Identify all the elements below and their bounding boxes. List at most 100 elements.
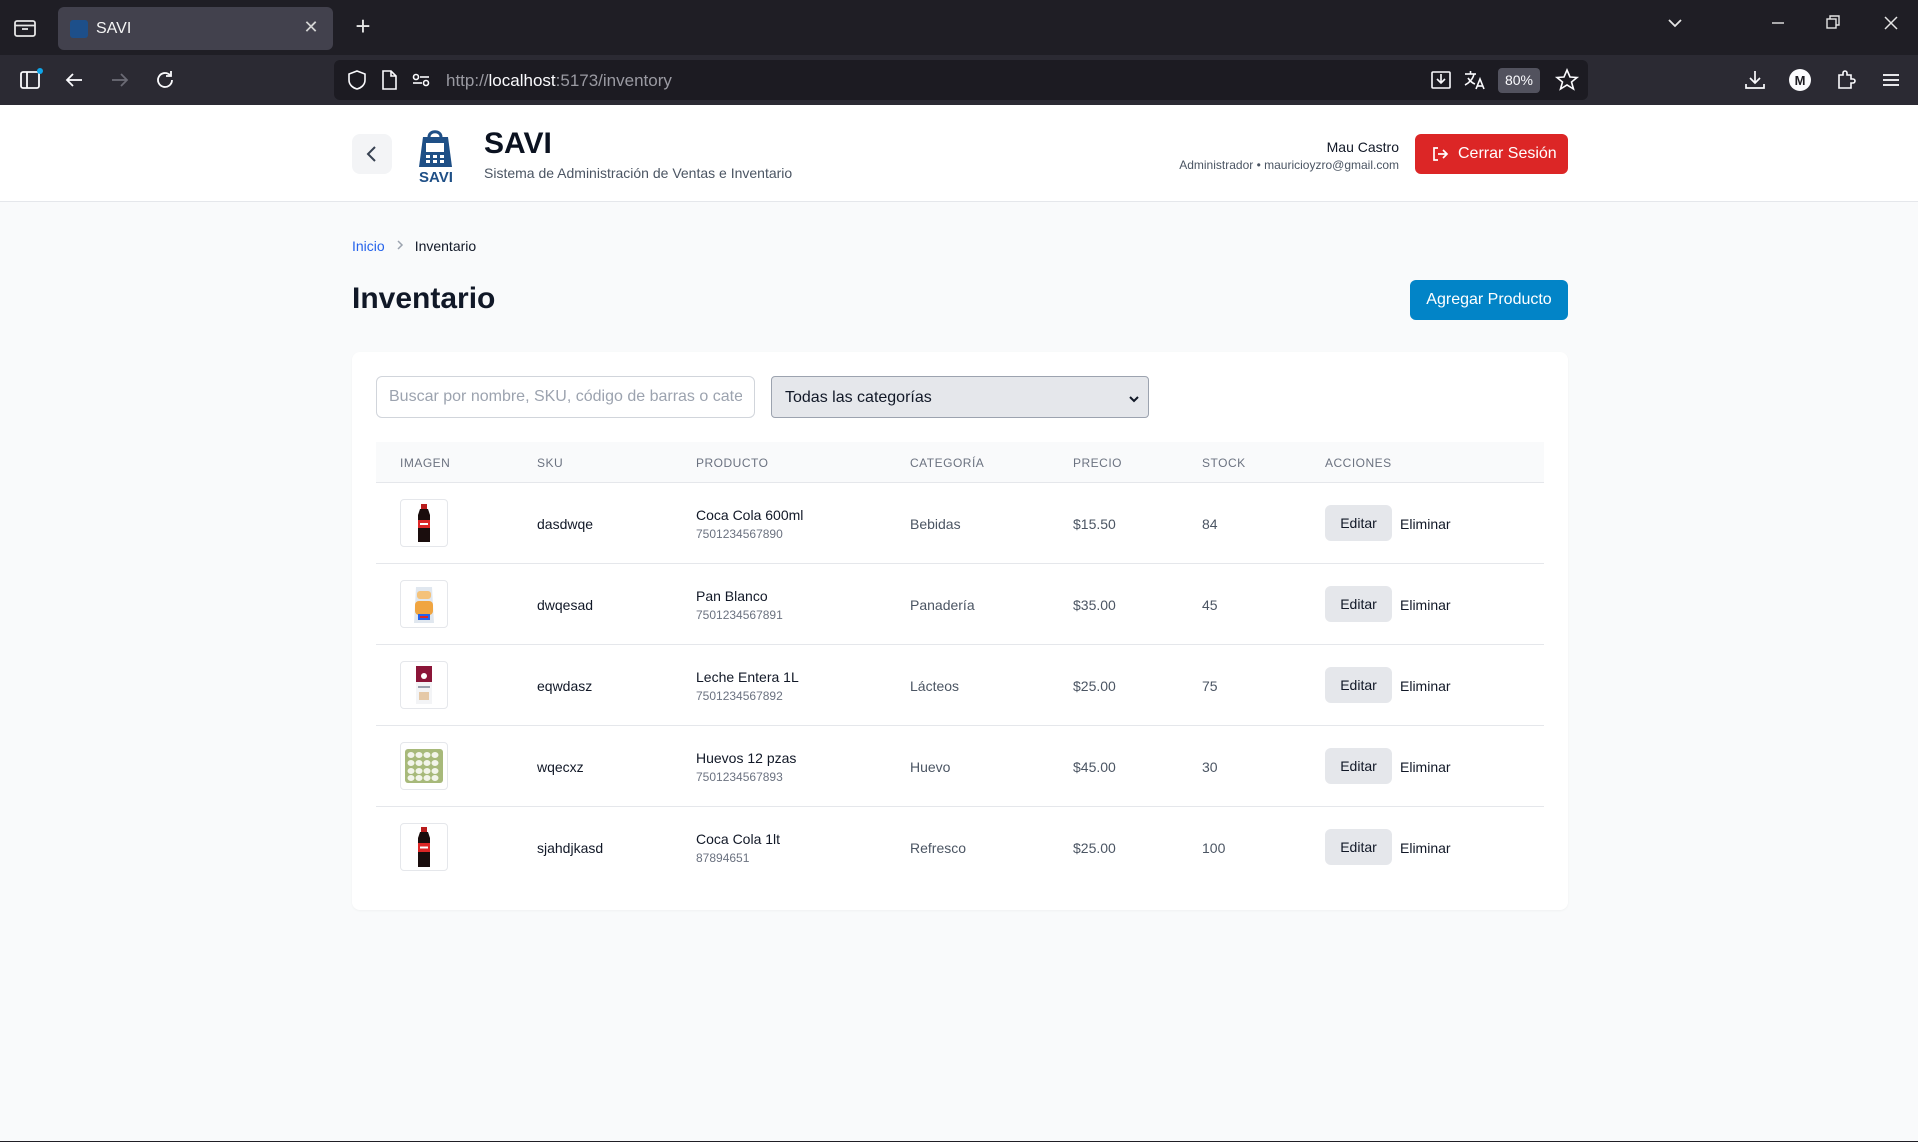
savi-logo: SAVI <box>415 127 465 186</box>
bread-bag-icon <box>414 587 434 623</box>
browser-tab-active[interactable]: SAVI ✕ <box>58 7 333 50</box>
delete-button[interactable]: Eliminar <box>1400 759 1451 775</box>
close-window-icon[interactable] <box>1876 14 1906 40</box>
url-path: :5173/inventory <box>555 71 672 90</box>
row-product-name: Pan Blanco <box>696 588 768 604</box>
url-bar[interactable]: http://localhost:5173/inventory 80% <box>334 60 1588 100</box>
url-text[interactable]: http://localhost:5173/inventory <box>446 71 672 91</box>
row-sku: dwqesad <box>537 597 594 613</box>
logout-button[interactable]: Cerrar Sesión <box>1415 134 1568 174</box>
delete-button[interactable]: Eliminar <box>1400 840 1451 856</box>
row-stock: 75 <box>1202 678 1218 694</box>
category-select[interactable]: Todas las categorías <box>771 376 1149 418</box>
row-stock: 84 <box>1202 516 1218 532</box>
product-image <box>400 499 448 547</box>
breadcrumb-home-link[interactable]: Inicio <box>352 238 385 254</box>
bookmark-star-icon[interactable] <box>1554 67 1580 93</box>
row-price: $25.00 <box>1073 678 1116 694</box>
breadcrumb: Inicio Inventario <box>352 238 476 254</box>
tab-title: SAVI <box>96 20 132 37</box>
savi-favicon-icon <box>70 20 88 38</box>
row-sku: dasdwqe <box>537 516 594 532</box>
add-product-button[interactable]: Agregar Producto <box>1410 280 1568 320</box>
delete-button[interactable]: Eliminar <box>1400 516 1451 532</box>
row-price: $35.00 <box>1073 597 1116 613</box>
row-product-name: Coca Cola 1lt <box>696 831 781 847</box>
back-button[interactable] <box>352 134 392 174</box>
search-input[interactable] <box>376 376 755 418</box>
edit-button[interactable]: Editar <box>1325 748 1392 784</box>
row-category: Panadería <box>910 597 975 613</box>
page-icon[interactable] <box>376 67 402 93</box>
app-header: SAVI SAVI Sistema de Administración de V… <box>0 105 1918 202</box>
brand-title: SAVI <box>484 127 552 160</box>
downloads-icon[interactable] <box>1742 67 1768 93</box>
row-barcode: 87894651 <box>696 851 750 865</box>
column-header-sku: SKU <box>537 456 564 470</box>
save-page-icon[interactable] <box>1428 67 1454 93</box>
column-header-actions: Acciones <box>1325 456 1392 470</box>
forward-arrow-icon[interactable] <box>107 67 133 93</box>
close-tab-icon[interactable]: ✕ <box>301 17 321 37</box>
table-row: sjahdjkasd Coca Cola 1lt 87894651 Refres… <box>376 807 1544 888</box>
tab-overflow-chevron-icon[interactable] <box>1660 14 1690 40</box>
product-image <box>400 661 448 709</box>
reload-icon[interactable] <box>152 67 178 93</box>
table-row: eqwdasz Leche Entera 1L 7501234567892 Lá… <box>376 645 1544 726</box>
browser-nav-bar: http://localhost:5173/inventory 80% M <box>0 55 1918 105</box>
user-role-email: Administrador • mauricioyzro@gmail.com <box>1179 158 1399 172</box>
breadcrumb-chevron-icon <box>395 238 405 254</box>
zoom-level-badge[interactable]: 80% <box>1498 68 1540 93</box>
table-row: dasdwqe Coca Cola 600ml 7501234567890 Be… <box>376 483 1544 564</box>
row-sku: eqwdasz <box>537 678 593 694</box>
row-category: Bebidas <box>910 516 961 532</box>
product-image <box>400 742 448 790</box>
row-product-name: Leche Entera 1L <box>696 669 799 685</box>
row-sku: wqecxz <box>537 759 584 775</box>
row-category: Refresco <box>910 840 967 856</box>
edit-button[interactable]: Editar <box>1325 586 1392 622</box>
back-arrow-icon[interactable] <box>62 67 88 93</box>
row-barcode: 7501234567890 <box>696 527 783 541</box>
permissions-icon[interactable] <box>408 67 434 93</box>
row-stock: 100 <box>1202 840 1226 856</box>
restore-window-icon[interactable] <box>1818 14 1848 40</box>
coca-cola-bottle-icon <box>418 827 430 867</box>
egg-tray-icon <box>405 749 443 783</box>
url-host: localhost <box>488 71 556 90</box>
edit-button[interactable]: Editar <box>1325 505 1392 541</box>
edit-button[interactable]: Editar <box>1325 667 1392 703</box>
category-select-value: Todas las categorías <box>785 389 932 406</box>
minimize-window-icon[interactable] <box>1763 14 1793 40</box>
row-barcode: 7501234567891 <box>696 608 783 622</box>
row-price: $25.00 <box>1073 840 1116 856</box>
coca-cola-bottle-icon <box>418 504 430 542</box>
account-avatar-icon[interactable]: M <box>1787 67 1813 93</box>
row-product-name: Huevos 12 pzas <box>696 750 797 766</box>
extensions-icon[interactable] <box>1833 67 1859 93</box>
sidebar-toggle-icon[interactable] <box>18 67 44 93</box>
row-price: $15.50 <box>1073 516 1116 532</box>
account-avatar-initial: M <box>1795 73 1806 88</box>
tab-list-icon[interactable] <box>12 16 38 40</box>
row-product-name: Coca Cola 600ml <box>696 507 804 523</box>
delete-button[interactable]: Eliminar <box>1400 597 1451 613</box>
url-scheme: http:// <box>446 71 489 90</box>
table-row: dwqesad Pan Blanco 7501234567891 Panader… <box>376 564 1544 645</box>
inventory-card: Todas las categorías Imagen SKU Producto… <box>352 352 1568 910</box>
delete-button[interactable]: Eliminar <box>1400 678 1451 694</box>
brand-subtitle: Sistema de Administración de Ventas e In… <box>484 165 793 181</box>
product-image <box>400 580 448 628</box>
new-tab-icon[interactable]: + <box>350 13 376 40</box>
app-menu-icon[interactable] <box>1878 67 1904 93</box>
column-header-stock: Stock <box>1202 456 1246 470</box>
edit-button[interactable]: Editar <box>1325 829 1392 865</box>
translate-icon[interactable] <box>1462 67 1488 93</box>
user-name: Mau Castro <box>1326 139 1399 155</box>
chevron-down-icon <box>1128 392 1140 404</box>
row-sku: sjahdjkasd <box>537 840 604 856</box>
row-barcode: 7501234567893 <box>696 770 783 784</box>
shield-icon[interactable] <box>344 67 370 93</box>
page-title: Inventario <box>352 282 496 315</box>
logo-text: SAVI <box>419 169 453 185</box>
